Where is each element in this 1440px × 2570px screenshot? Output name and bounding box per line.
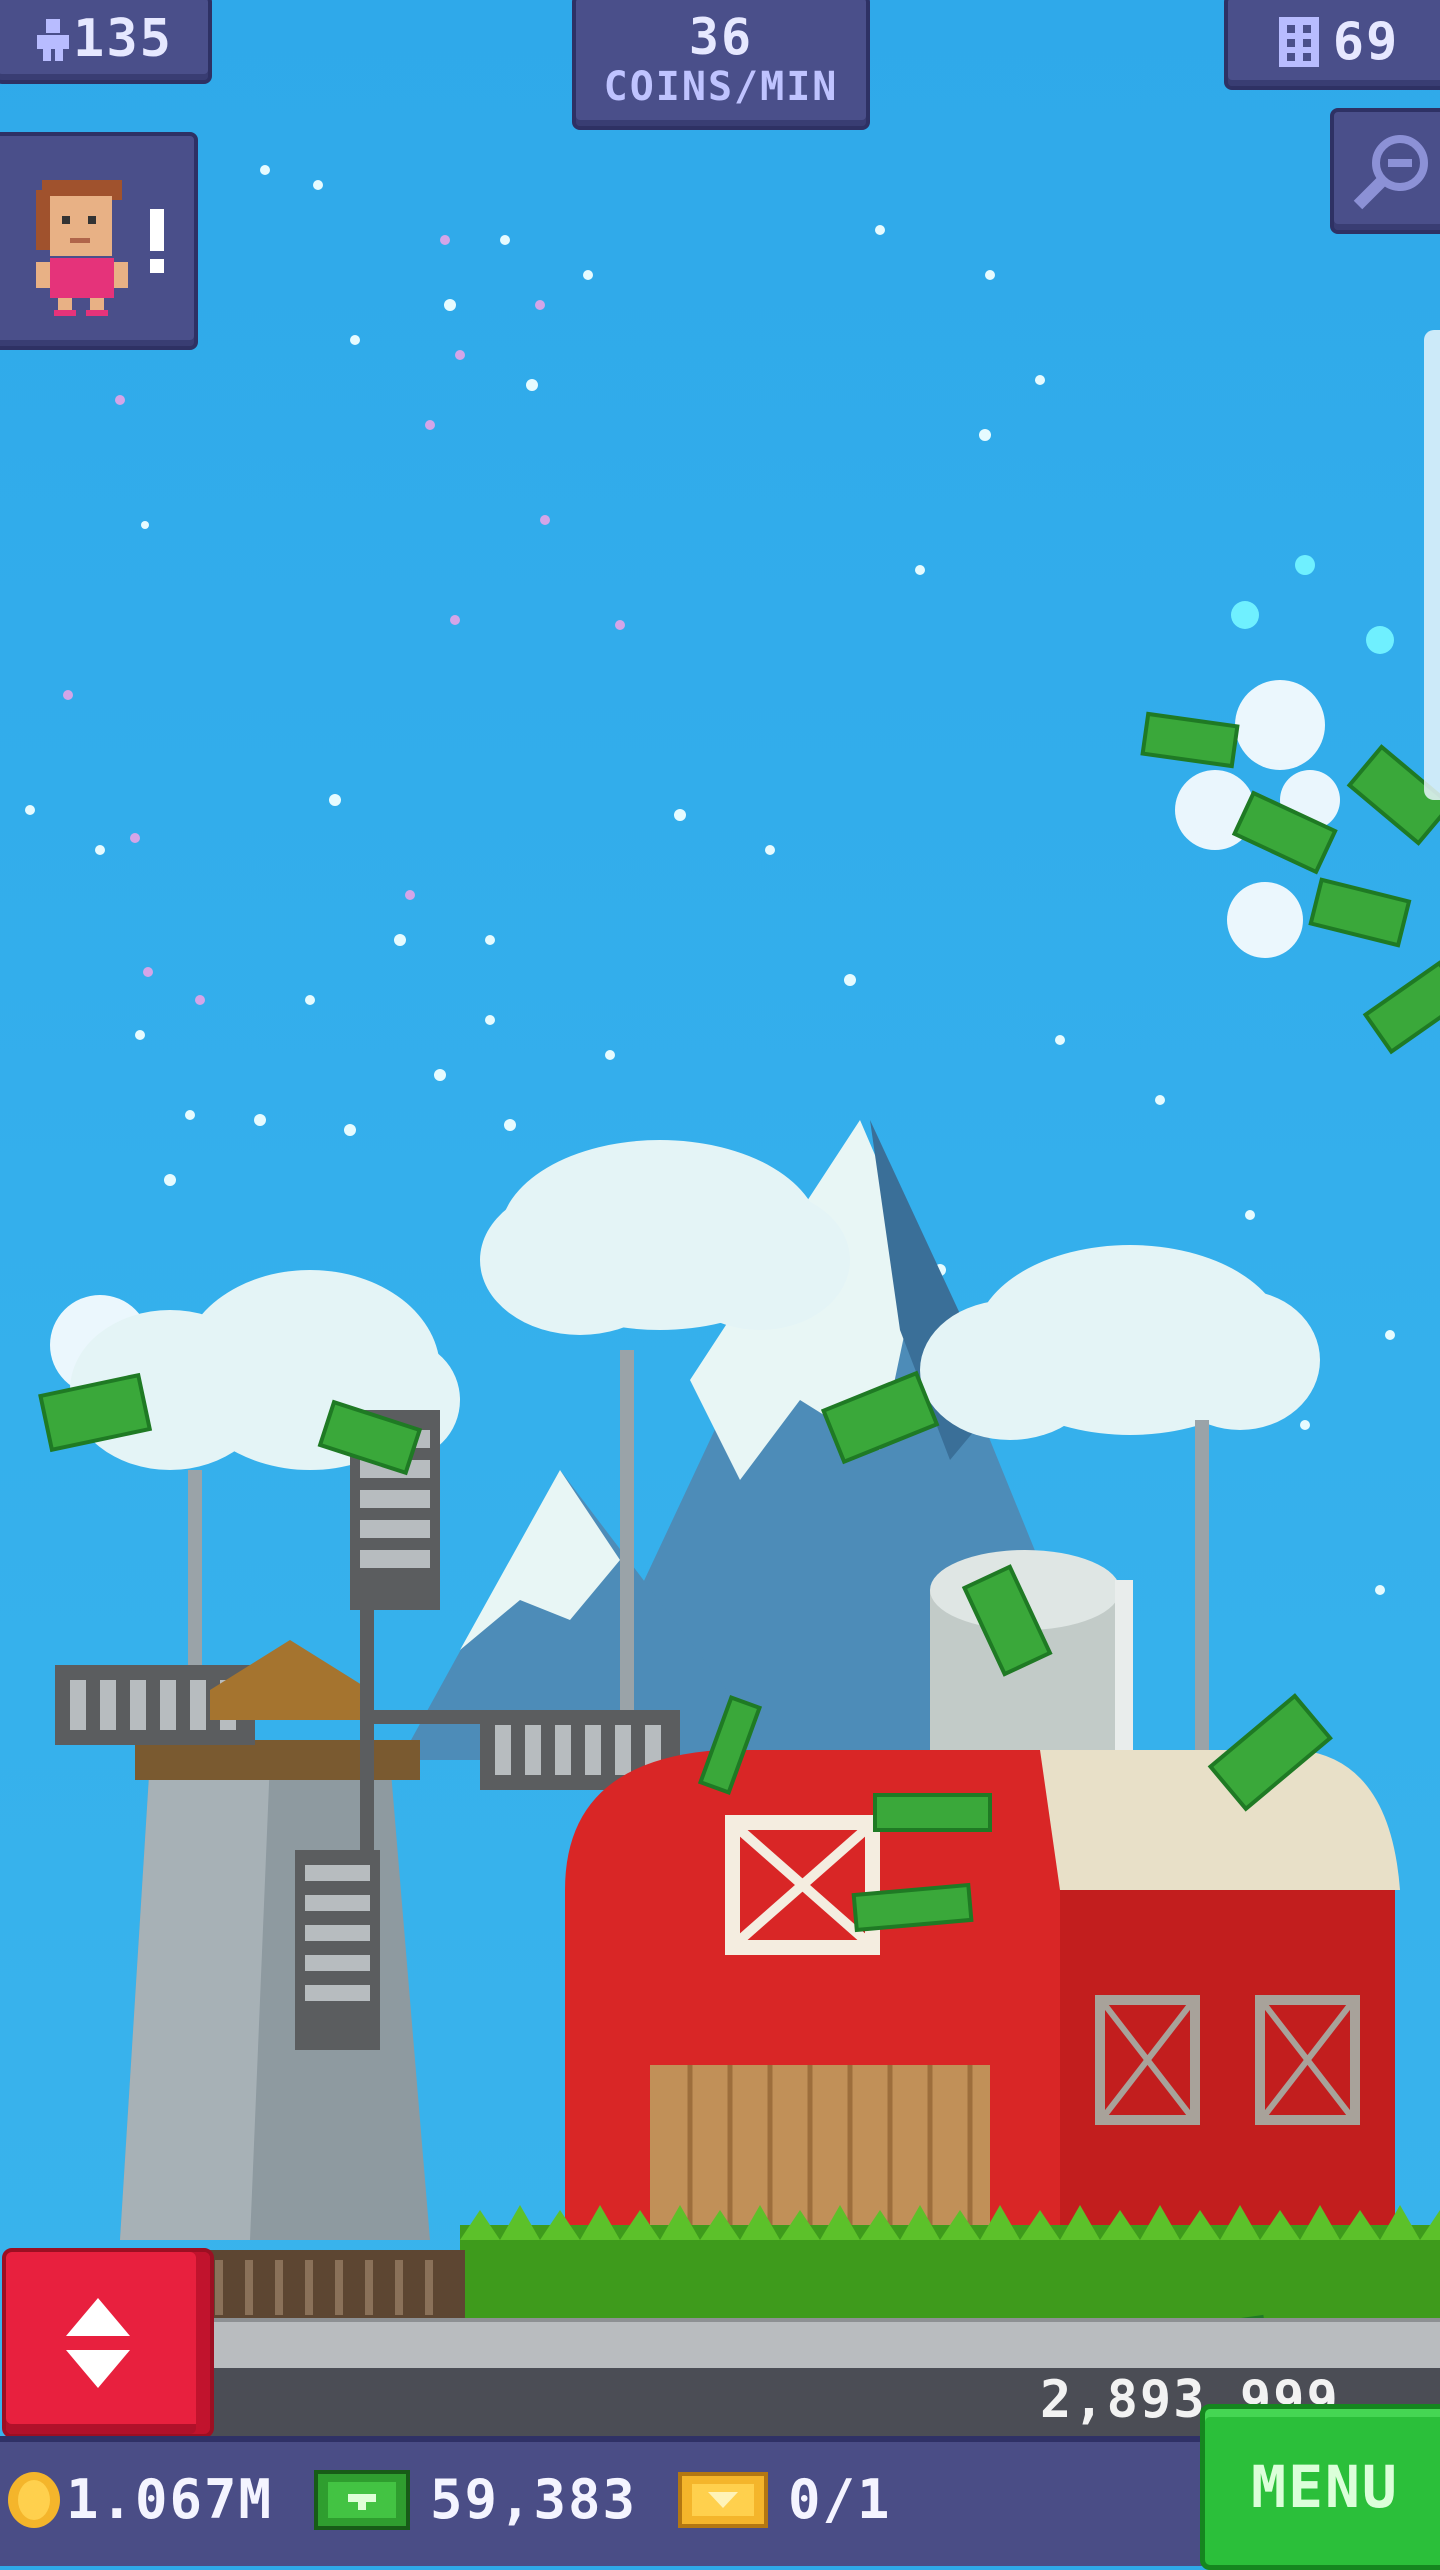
vip-value: 0/1 <box>788 2468 892 2531</box>
population-counter[interactable]: 135 <box>0 0 212 84</box>
ground-strip <box>200 2318 1440 2372</box>
tower-bux-icon <box>314 2470 410 2530</box>
menu-button[interactable]: MENU <box>1200 2404 1440 2570</box>
farm-scene <box>25 165 1440 2375</box>
coins-value: 1.067M <box>66 2468 274 2531</box>
golden-ticket-icon <box>678 2472 768 2528</box>
zoom-out-button[interactable] <box>1330 108 1440 234</box>
coin-icon <box>8 2472 60 2528</box>
exclamation-icon <box>150 209 164 273</box>
person-icon <box>37 19 70 61</box>
coins-per-min-display: 36 COINS/MIN <box>572 0 870 130</box>
coins-per-min-label: COINS/MIN <box>603 64 839 110</box>
up-down-arrows-icon <box>66 2298 130 2388</box>
building-icon <box>1278 17 1319 67</box>
clouds <box>70 1140 1320 1470</box>
elevator-button[interactable] <box>2 2248 214 2438</box>
side-panel-tab[interactable] <box>1424 330 1440 800</box>
population-value: 135 <box>73 9 173 69</box>
magnifier-minus-icon <box>1353 135 1428 210</box>
bitizen-avatar-icon <box>36 180 128 316</box>
avatar-button[interactable] <box>0 132 198 350</box>
floors-value: 69 <box>1332 12 1400 72</box>
floors-counter[interactable]: 69 <box>1224 0 1440 90</box>
bux-value: 59,383 <box>430 2468 638 2531</box>
coins-per-min-value: 36 <box>688 8 754 66</box>
